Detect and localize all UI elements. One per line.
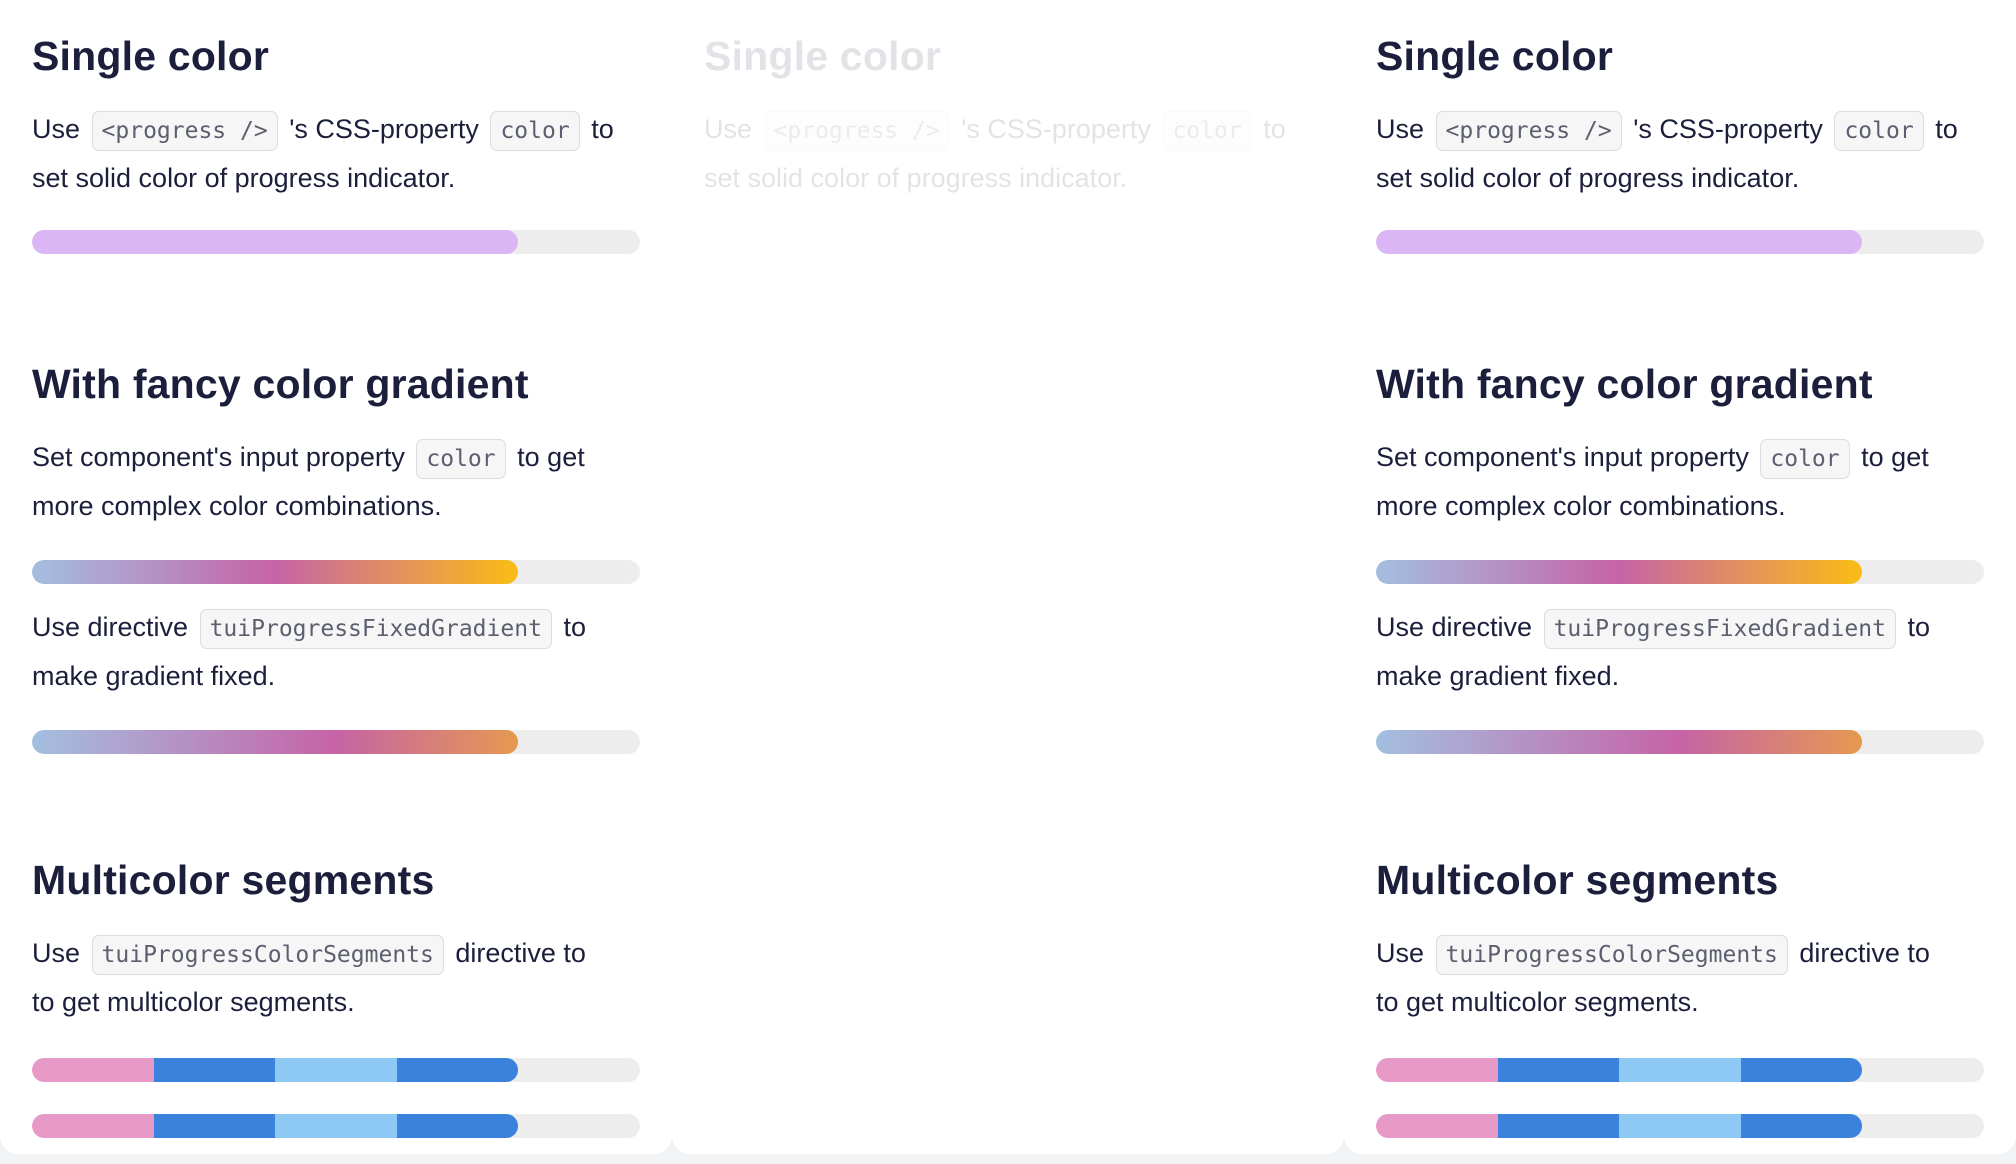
section-gradient: With fancy color gradient Set component'…	[1376, 350, 1984, 754]
code-color: color	[416, 439, 506, 479]
demo-panel-middle: Single color Use <progress /> 's CSS-pro…	[672, 0, 1344, 1154]
section-title: Single color	[1376, 33, 1614, 79]
code-color: color	[1162, 111, 1252, 151]
progress-bar-fixed-gradient	[32, 730, 640, 754]
section-title: Single color	[32, 33, 270, 79]
code-color: color	[1760, 439, 1850, 479]
section-single-color: Single color Use <progress /> 's CSS-pro…	[1376, 22, 1984, 254]
section-gradient: With fancy color gradient Set component'…	[32, 350, 640, 754]
progress-fill-segments	[32, 1114, 519, 1138]
progress-fill-fixed-gradient	[32, 730, 519, 754]
progress-bar-single	[1376, 230, 1984, 254]
section-description: Use <progress /> 's CSS-property color t…	[704, 106, 1312, 202]
progress-bar-segments	[1376, 1058, 1984, 1082]
progress-bar-segments	[1376, 1114, 1984, 1138]
section-title: Single color	[704, 33, 942, 79]
progress-fill-solid	[1376, 230, 1863, 254]
progress-bar-fixed-gradient	[1376, 730, 1984, 754]
progress-fill-fixed-gradient	[1376, 730, 1863, 754]
progress-fill-solid	[32, 230, 519, 254]
progress-fill-gradient	[1376, 560, 1863, 584]
section-description: Set component's input property color to …	[1376, 434, 1984, 530]
section-segments: Multicolor segments Use tuiProgressColor…	[1376, 846, 1984, 1138]
progress-fill-segments	[1376, 1058, 1863, 1082]
progress-bar-single	[32, 230, 640, 254]
section-single-color: Single color Use <progress /> 's CSS-pro…	[32, 22, 640, 254]
code-color-segments: tuiProgressColorSegments	[91, 935, 444, 975]
section-title: Multicolor segments	[1376, 857, 1779, 903]
progress-bar-segments	[32, 1058, 640, 1082]
progress-fill-gradient	[32, 560, 519, 584]
section-single-color: Single color Use <progress /> 's CSS-pro…	[704, 22, 1312, 202]
progress-fill-segments	[32, 1058, 519, 1082]
code-color-segments: tuiProgressColorSegments	[1435, 935, 1788, 975]
code-color: color	[1834, 111, 1924, 151]
code-fixed-gradient: tuiProgressFixedGradient	[199, 609, 552, 649]
section-description: Set component's input property color to …	[32, 434, 640, 530]
demo-panel-left: Single color Use <progress /> 's CSS-pro…	[0, 0, 672, 1154]
section-description: Use tuiProgressColorSegments directive t…	[1376, 930, 1984, 1026]
progress-bar-segments	[32, 1114, 640, 1138]
progress-bar-gradient	[1376, 560, 1984, 584]
section-title: Multicolor segments	[32, 857, 435, 903]
section-description: Use <progress /> 's CSS-property color t…	[32, 106, 640, 202]
demo-panel-right: Single color Use <progress /> 's CSS-pro…	[1344, 0, 2016, 1154]
section-description: Use <progress /> 's CSS-property color t…	[1376, 106, 1984, 202]
section-title: With fancy color gradient	[32, 361, 529, 407]
progress-bar-gradient	[32, 560, 640, 584]
code-progress-tag: <progress />	[1435, 111, 1622, 151]
code-progress-tag: <progress />	[91, 111, 278, 151]
section-description-fixed: Use directive tuiProgressFixedGradient t…	[1376, 604, 1984, 700]
code-color: color	[490, 111, 580, 151]
section-segments: Multicolor segments Use tuiProgressColor…	[32, 846, 640, 1138]
progress-fill-segments	[1376, 1114, 1863, 1138]
section-title: With fancy color gradient	[1376, 361, 1873, 407]
code-fixed-gradient: tuiProgressFixedGradient	[1543, 609, 1896, 649]
code-progress-tag: <progress />	[763, 111, 950, 151]
section-description: Use tuiProgressColorSegments directive t…	[32, 930, 640, 1026]
section-description-fixed: Use directive tuiProgressFixedGradient t…	[32, 604, 640, 700]
